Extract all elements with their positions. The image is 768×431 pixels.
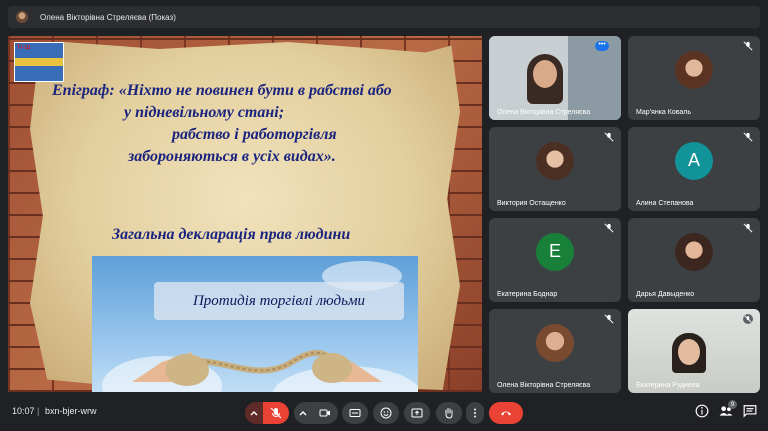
- raise-hand-button[interactable]: [436, 402, 462, 424]
- presenter-bar: Олена Вікторівна Стреляєва (Показ): [8, 6, 760, 28]
- epigraph-line: у підневільному стані;: [124, 104, 285, 121]
- participant-name: Мар'янка Коваль: [636, 109, 691, 116]
- reactions-button[interactable]: [373, 402, 399, 424]
- participant-tile[interactable]: Олена Вікторівна Стреляєва: [489, 309, 621, 393]
- mic-toggle-button[interactable]: [263, 402, 289, 424]
- participant-tile[interactable]: ••• Олена Вікторівна Стреляєва: [489, 36, 621, 120]
- chat-icon[interactable]: [743, 404, 757, 418]
- separator: |: [37, 406, 40, 416]
- end-call-icon: [501, 411, 511, 416]
- camera-icon: [319, 409, 330, 417]
- camera-options-button[interactable]: [294, 402, 312, 424]
- epigraph-line: Епіграф: «Ніхто не повинен бути в рабств…: [52, 82, 392, 99]
- participant-name: Екатерина Руднева: [636, 382, 700, 389]
- presentation-stage[interactable]: Ті-Ш Епіграф: «Ніхто не повинен бути в р…: [8, 36, 482, 392]
- avatar: Е: [536, 232, 574, 271]
- participant-name: Виктория Остащенко: [497, 200, 566, 207]
- avatar: [536, 141, 574, 180]
- mic-off-icon: [270, 407, 282, 419]
- participant-tile[interactable]: Екатерина Руднева: [628, 309, 760, 393]
- mic-off-icon: [604, 314, 614, 324]
- camera-toggle-button[interactable]: [312, 402, 338, 424]
- avatar: [675, 232, 713, 271]
- participant-tile[interactable]: А Алина Степанова: [628, 127, 760, 211]
- mic-off-icon: [604, 132, 614, 142]
- presenter-label: Олена Вікторівна Стреляєва (Показ): [40, 12, 176, 22]
- meeting-code: bxn-bjer-wrw: [45, 406, 97, 416]
- more-vert-icon: [474, 408, 476, 418]
- participant-name: Олена Вікторівна Стреляєва: [497, 109, 591, 116]
- epigraph-line: рабство і работоргівля: [172, 126, 337, 143]
- chained-hands-image: Протидія торгівлі людьми: [92, 256, 418, 392]
- present-button[interactable]: [404, 402, 430, 424]
- chevron-up-icon: [299, 411, 307, 416]
- more-options-button[interactable]: [466, 402, 484, 424]
- captions-button[interactable]: [342, 402, 368, 424]
- present-icon: [411, 408, 423, 418]
- slide-banner: Протидія торгівлі людьми: [154, 282, 404, 320]
- avatar: [675, 50, 713, 89]
- clock: 10:07: [12, 406, 35, 416]
- mic-off-icon: [604, 223, 614, 233]
- mic-off-icon: [743, 132, 753, 142]
- rope-graphic: [132, 349, 382, 386]
- bottom-toolbar: 10:07 | bxn-bjer-wrw 9: [0, 398, 768, 426]
- participant-count-badge: 9: [728, 400, 737, 409]
- avatar: [536, 323, 574, 362]
- epigraph: Епіграф: «Ніхто не повинен бути в рабств…: [52, 80, 472, 168]
- chevron-up-icon: [250, 411, 258, 416]
- presenter-avatar: [16, 11, 28, 23]
- mic-off-icon: [743, 41, 753, 51]
- participant-name: Алина Степанова: [636, 200, 694, 207]
- slide-logo: Ті-Ш: [14, 42, 64, 82]
- participant-tile[interactable]: Е Екатерина Боднар: [489, 218, 621, 302]
- emoji-icon: [380, 407, 392, 419]
- leave-call-button[interactable]: [489, 402, 523, 424]
- participant-tile[interactable]: Мар'янка Коваль: [628, 36, 760, 120]
- epigraph-line: забороняються в усіх видах».: [128, 148, 336, 165]
- declaration-title: Загальна декларація прав людини: [112, 226, 351, 243]
- participant-name: Екатерина Боднар: [497, 291, 558, 298]
- participant-tile[interactable]: Виктория Остащенко: [489, 127, 621, 211]
- mic-options-button[interactable]: [245, 402, 263, 424]
- participant-name: Дарья Давыденко: [636, 291, 695, 298]
- avatar: А: [675, 141, 713, 180]
- mic-off-icon: [743, 223, 753, 233]
- participant-tile[interactable]: Дарья Давыденко: [628, 218, 760, 302]
- hand-icon: [445, 408, 453, 419]
- info-icon[interactable]: [695, 404, 709, 418]
- mic-off-icon: [743, 314, 753, 324]
- participant-name: Олена Вікторівна Стреляєва: [497, 382, 591, 389]
- captions-icon: [349, 409, 361, 417]
